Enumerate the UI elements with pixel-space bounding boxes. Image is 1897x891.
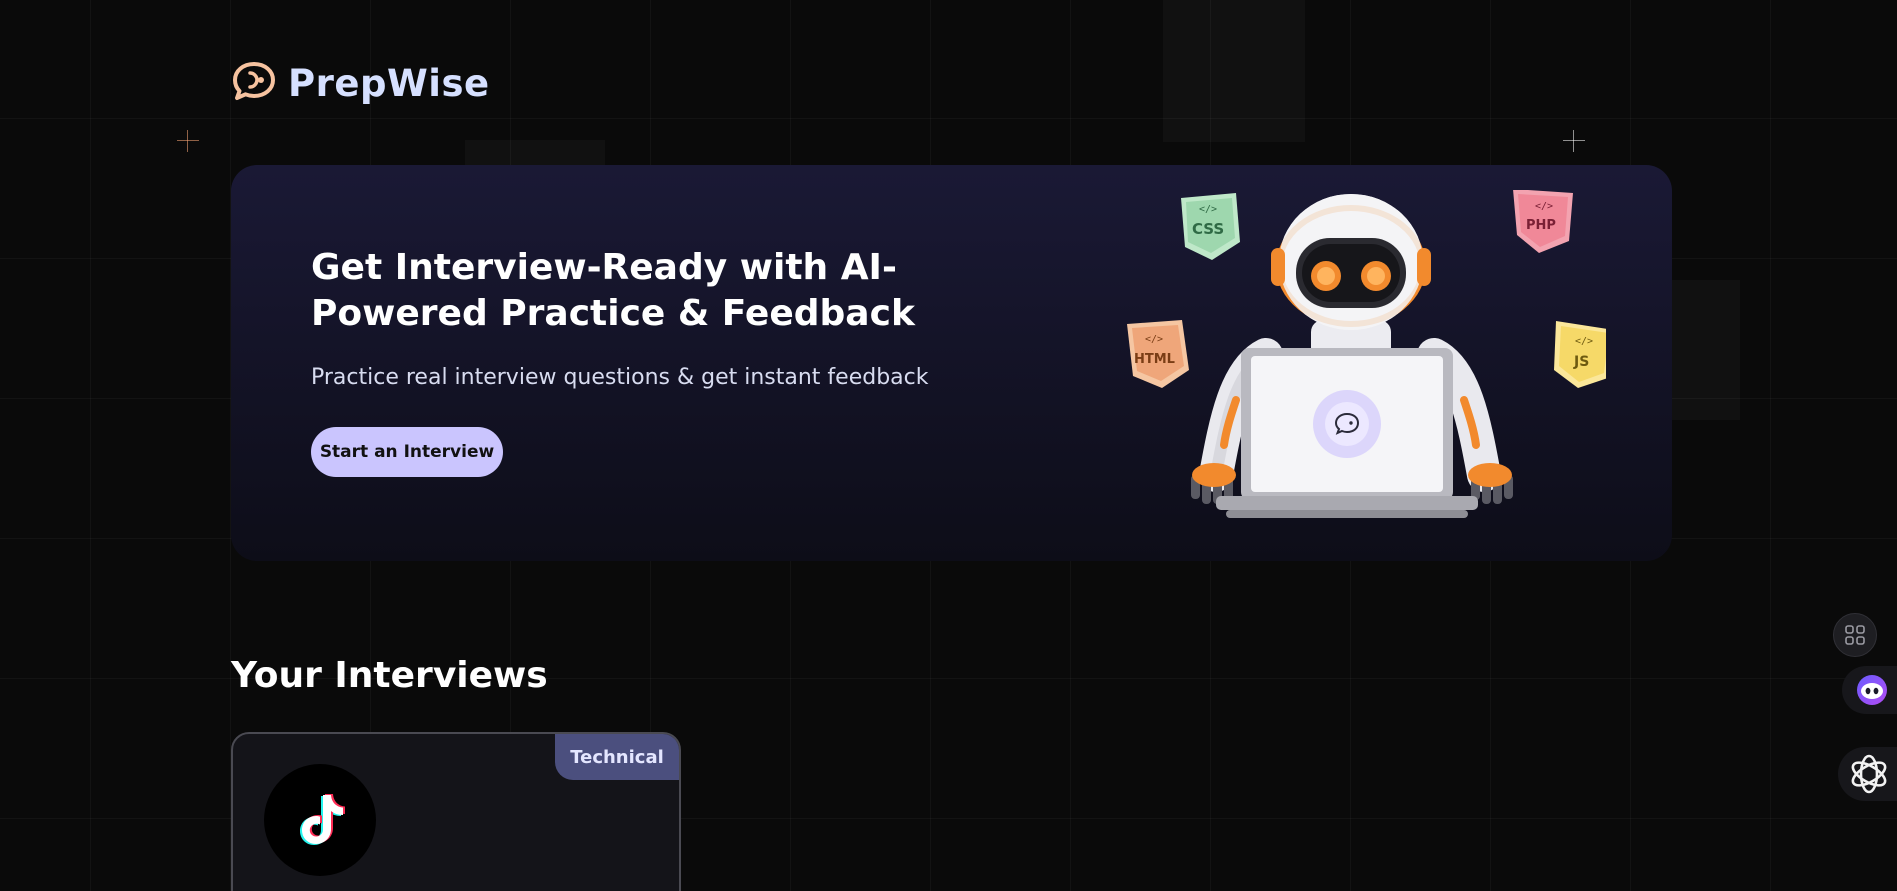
openai-knot-icon[interactable]	[1838, 747, 1897, 801]
svg-text:</>: </>	[1145, 334, 1163, 345]
sparkle-icon	[177, 130, 199, 152]
section-title-your-interviews: Your Interviews	[231, 655, 548, 696]
start-interview-button[interactable]: Start an Interview	[311, 427, 503, 477]
js-badge-label: JS	[1573, 354, 1589, 370]
chat-bubble-icon[interactable]	[230, 60, 278, 106]
html-badge: </> HTML	[1127, 320, 1189, 388]
php-badge: </> PHP	[1513, 190, 1573, 253]
robot-illustration: </> CSS </> PHP </> HTML </> JS	[1127, 190, 1606, 518]
assistant-bot-icon[interactable]	[1842, 666, 1897, 714]
css-badge-label: CSS	[1192, 220, 1224, 238]
php-badge-label: PHP	[1526, 218, 1556, 233]
tiktok-logo-icon	[264, 764, 376, 876]
svg-text:</>: </>	[1199, 204, 1217, 215]
brand-name[interactable]: PrepWise	[288, 62, 490, 105]
background-tile	[1163, 0, 1305, 142]
js-badge: </> JS	[1554, 321, 1606, 388]
svg-text:</>: </>	[1535, 201, 1553, 212]
svg-text:</>: </>	[1575, 336, 1593, 347]
apps-grid-icon[interactable]	[1833, 613, 1877, 657]
sparkle-icon	[1563, 130, 1585, 152]
hero-banner: Get Interview-Ready with AI-Powered Prac…	[231, 165, 1672, 561]
css-badge: </> CSS	[1181, 193, 1240, 260]
interview-card[interactable]: Technical	[231, 732, 681, 891]
hero-title: Get Interview-Ready with AI-Powered Prac…	[311, 247, 915, 334]
interview-type-badge: Technical	[555, 734, 679, 780]
hero-subtitle: Practice real interview questions & get …	[311, 365, 929, 390]
app-header: PrepWise	[230, 60, 490, 106]
html-badge-label: HTML	[1134, 352, 1175, 367]
